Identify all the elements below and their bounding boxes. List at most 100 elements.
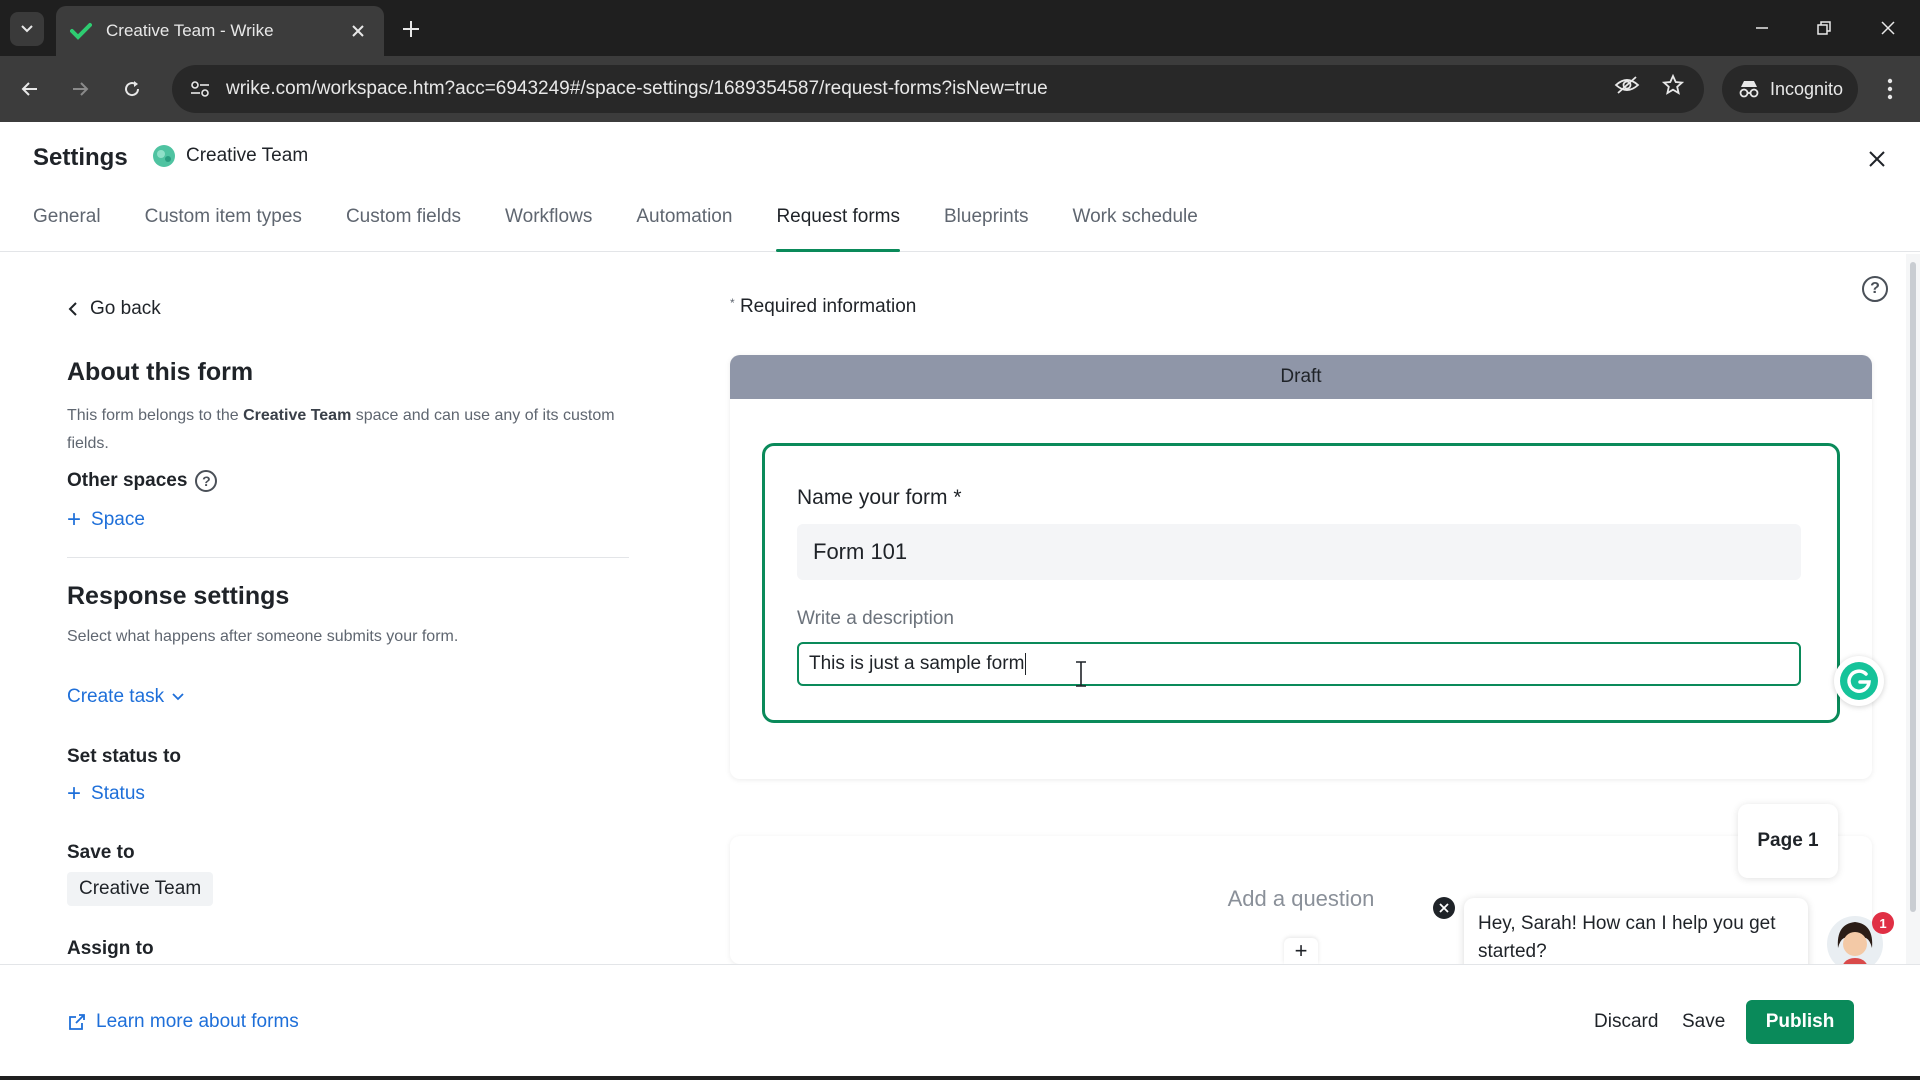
space-name: Creative Team [186,145,309,166]
arrow-right-icon [73,82,89,96]
notification-badge: 1 [1872,912,1894,934]
incognito-icon [1739,81,1759,98]
site-settings-icon[interactable] [188,77,212,101]
incognito-indicator[interactable]: Incognito [1722,65,1858,113]
other-spaces-label: Other spaces [67,470,188,491]
response-settings-heading: Response settings [67,582,290,610]
save-button[interactable]: Save [1682,1011,1725,1033]
tab-automation[interactable]: Automation [636,206,732,252]
text-cursor-icon [1076,661,1086,687]
plus-icon [403,21,419,37]
tab-request-forms[interactable]: Request forms [776,206,900,252]
add-space-link[interactable]: + Space [67,508,145,532]
browser-tab[interactable]: Creative Team - Wrike [56,6,384,56]
divider [67,557,629,558]
reload-button[interactable] [114,71,150,107]
wrike-checkmark-icon [70,20,92,42]
tab-work-schedule[interactable]: Work schedule [1073,206,1198,252]
tab-blueprints[interactable]: Blueprints [944,206,1029,252]
grammarly-button[interactable] [1834,656,1884,706]
plus-icon: + [67,506,82,533]
settings-header: Settings Creative Team General Custom it… [0,122,1920,252]
taskbar-edge [0,1076,1920,1080]
more-vertical-icon [1887,78,1893,100]
minimize-button[interactable] [1742,10,1782,46]
about-form-heading: About this form [67,358,254,386]
chevron-left-icon [68,301,78,317]
description-label: Write a description [797,608,954,629]
restore-icon [1817,21,1831,35]
address-bar[interactable]: wrike.com/workspace.htm?acc=6943249#/spa… [172,65,1704,113]
minimize-icon [1756,27,1768,29]
plus-icon: + [67,780,82,807]
help-icon[interactable]: ? [1862,276,1888,302]
about-desc-space: Creative Team [243,407,352,424]
publish-button[interactable]: Publish [1746,1000,1854,1044]
reload-icon [125,81,140,97]
form-settings-panel: Go back About this form This form belong… [0,252,700,964]
close-icon [1881,21,1895,35]
page-indicator[interactable]: Page 1 [1738,804,1838,878]
help-icon[interactable]: ? [195,470,218,492]
close-icon [1439,903,1449,913]
create-task-dropdown[interactable]: Create task [67,686,184,708]
tab-custom-item-types[interactable]: Custom item types [145,206,302,252]
arrow-left-icon [21,82,37,96]
about-form-description: This form belongs to the Creative Team s… [67,402,627,458]
tracking-protection-icon[interactable] [1612,70,1642,100]
description-input[interactable]: This is just a sample form [797,642,1801,686]
tab-custom-fields[interactable]: Custom fields [346,206,461,252]
external-link-icon [68,1013,86,1031]
add-status-label: Status [91,783,145,804]
restore-button[interactable] [1804,10,1844,46]
required-info-note: * Required information [730,296,916,318]
settings-tabs: General Custom item types Custom fields … [33,206,1198,252]
scrollbar-thumb[interactable] [1910,262,1916,912]
space-badge: Creative Team [152,144,308,168]
grammarly-icon [1840,662,1878,700]
incognito-label: Incognito [1770,78,1844,99]
forward-button[interactable] [62,71,98,107]
tab-search-button[interactable] [10,12,44,46]
required-info-label: Required information [739,296,917,317]
create-task-label: Create task [67,686,165,707]
url-text: wrike.com/workspace.htm?acc=6943249#/spa… [226,78,1048,99]
other-spaces-heading: Other spaces ? [67,470,218,492]
text-caret [1025,653,1027,675]
close-icon [1869,151,1885,167]
chevron-down-icon [172,693,184,701]
browser-menu-button[interactable] [1872,71,1908,107]
tab-workflows[interactable]: Workflows [505,206,592,252]
required-asterisk: * [730,296,735,310]
response-settings-description: Select what happens after someone submit… [67,628,459,645]
save-to-chip[interactable]: Creative Team [67,872,214,906]
page-title: Settings [33,144,128,171]
add-question-button[interactable]: + [1284,938,1318,964]
new-tab-button[interactable] [396,14,426,44]
close-settings-button[interactable] [1862,144,1892,174]
learn-more-link[interactable]: Learn more about forms [68,1011,299,1033]
go-back-label: Go back [90,298,161,319]
add-status-link[interactable]: + Status [67,782,145,806]
chevron-down-icon [21,25,33,33]
form-header-card: Draft Name your form * Form 101 Write a … [730,355,1872,779]
form-footer: Learn more about forms Discard Save Publ… [0,964,1920,1080]
close-tab-icon[interactable] [346,19,370,43]
browser-toolbar: wrike.com/workspace.htm?acc=6943249#/spa… [0,56,1920,122]
form-name-input[interactable]: Form 101 [797,524,1801,580]
back-button[interactable] [12,71,48,107]
description-value: This is just a sample form [809,653,1025,674]
save-to-heading: Save to [67,842,135,863]
bookmark-star-icon[interactable] [1658,70,1688,100]
about-desc-text: This form belongs to the [67,407,244,424]
set-status-heading: Set status to [67,746,182,767]
tab-title: Creative Team - Wrike [106,21,274,40]
assign-to-heading: Assign to [67,938,154,959]
chat-dismiss-button[interactable] [1433,897,1455,919]
close-window-button[interactable] [1868,10,1908,46]
tab-general[interactable]: General [33,206,101,252]
form-details-section[interactable]: Name your form * Form 101 Write a descri… [762,443,1840,723]
discard-button[interactable]: Discard [1594,1011,1658,1033]
go-back-link[interactable]: Go back [68,298,161,320]
form-name-label: Name your form * [797,486,962,509]
